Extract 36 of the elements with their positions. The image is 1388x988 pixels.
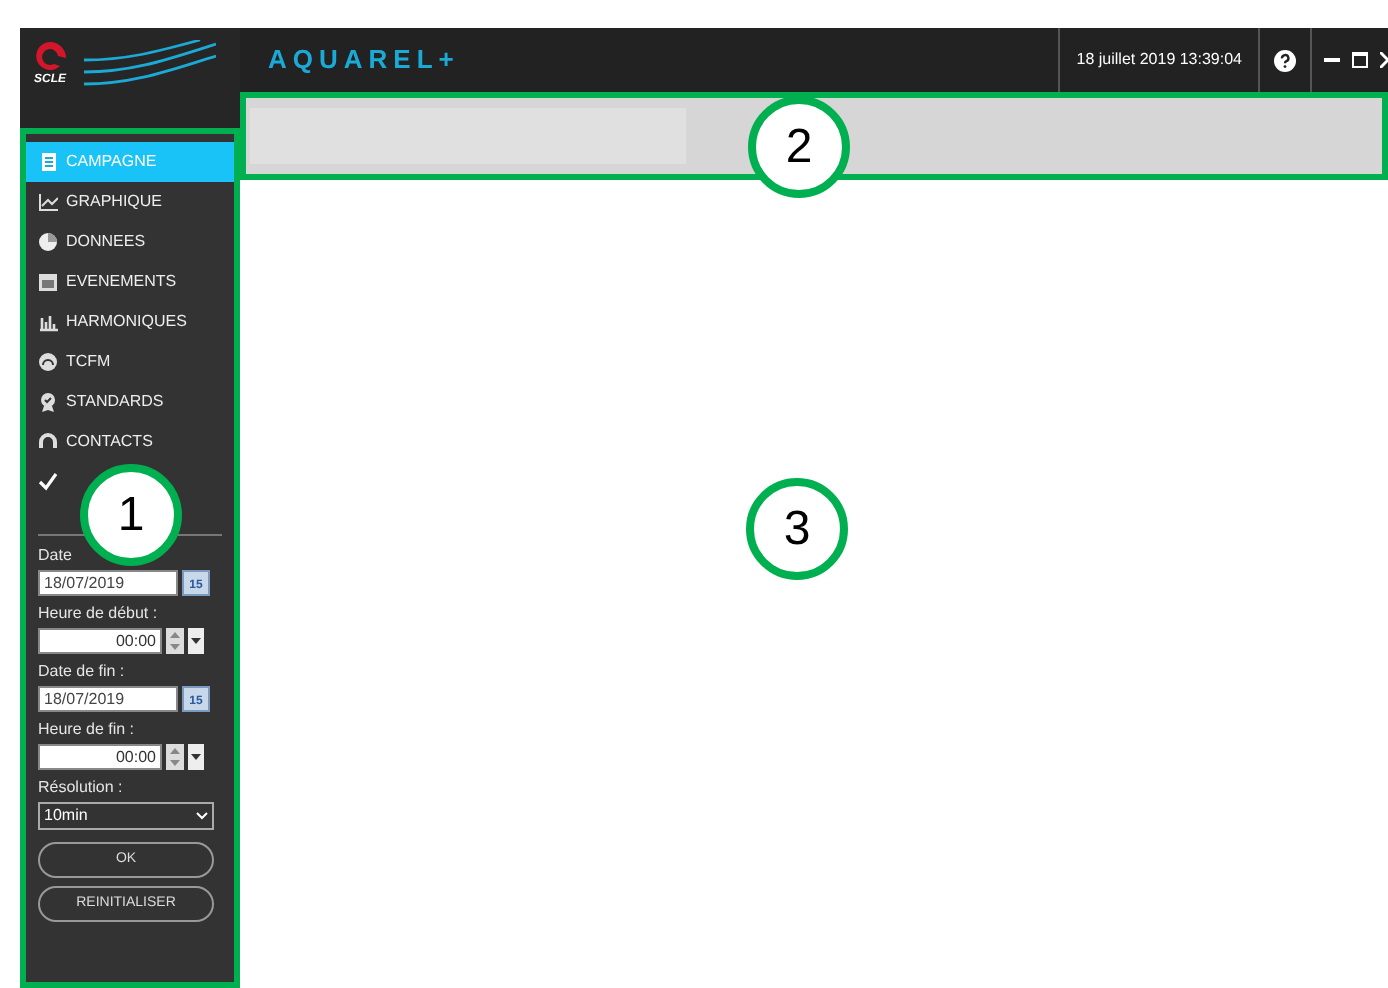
date-time: 18 juillet 2019 13:39:04: [1076, 48, 1242, 72]
nav-item[interactable]: CONTACTS: [26, 422, 161, 462]
caret-icon[interactable]: [188, 628, 204, 654]
chevron-icon: [196, 812, 208, 820]
time-field[interactable]: 00:00: [38, 628, 162, 654]
date-field[interactable]: 18/07/2019: [38, 686, 178, 712]
time-field[interactable]: 00:00: [38, 744, 162, 770]
nav-item[interactable]: DONNEES: [26, 222, 154, 262]
close-icon[interactable]: [1380, 52, 1388, 68]
maximize-icon[interactable]: [1352, 52, 1368, 68]
nav-item[interactable]: TCFM: [26, 342, 119, 382]
headset-icon: [38, 432, 58, 452]
field-label: Résolution :: [38, 776, 123, 800]
checkmark-icon: [38, 472, 58, 492]
line-chart-icon: [38, 192, 58, 212]
calendar-icon: [38, 272, 58, 292]
app-title: AQUAREL+: [268, 42, 460, 79]
bar-chart-icon: [38, 312, 58, 332]
minimize-icon[interactable]: [1324, 52, 1340, 68]
gauge-icon: [38, 352, 58, 372]
document-icon: [38, 152, 58, 172]
nav-item[interactable]: HARMONIQUES: [26, 302, 195, 342]
help-icon[interactable]: [1274, 49, 1296, 71]
date-field[interactable]: 18/07/2019: [38, 570, 178, 596]
nav-item[interactable]: GRAPHIQUE: [26, 182, 171, 222]
field-label: Date: [38, 544, 72, 568]
logo-mark-icon: [32, 40, 68, 72]
resolution-dropdown[interactable]: 10min: [38, 802, 214, 830]
field-label: Heure de fin :: [38, 718, 135, 742]
field-label: Date de fin :: [38, 660, 125, 684]
rosette-icon: [38, 392, 58, 412]
nav-item[interactable]: EVENEMENTS: [26, 262, 185, 302]
field-label: Heure de début :: [38, 602, 158, 626]
caret-icon[interactable]: [188, 744, 204, 770]
pie-chart-icon: [38, 232, 58, 252]
nav-item[interactable]: STANDARDS: [26, 382, 172, 422]
